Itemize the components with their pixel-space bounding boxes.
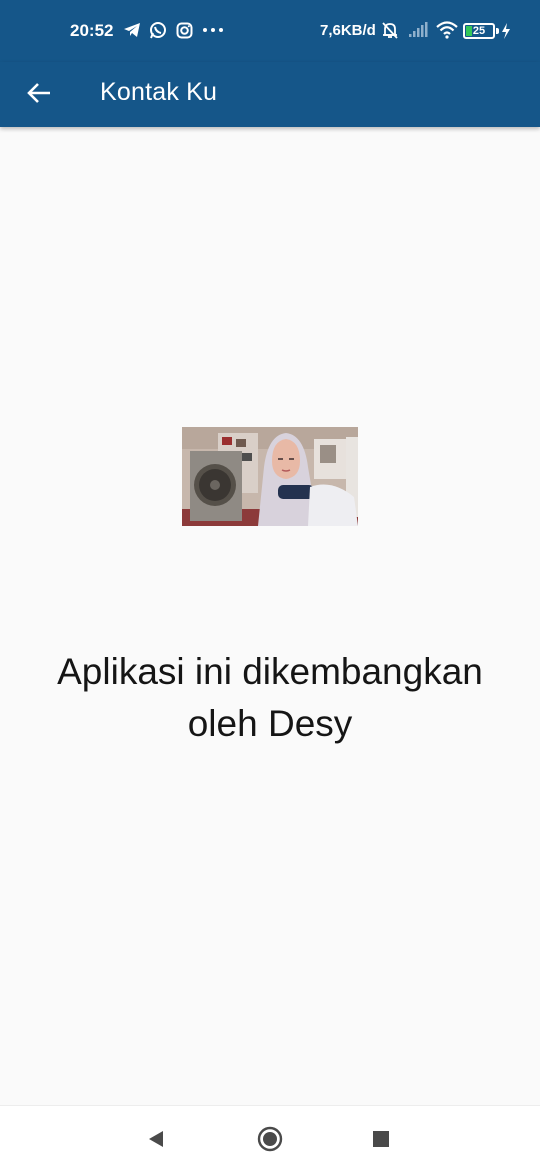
notification-icons [122, 20, 226, 40]
app-bar: Kontak Ku [0, 62, 540, 127]
page-title: Kontak Ku [100, 78, 218, 106]
battery-icon: 25 [463, 23, 495, 39]
charging-icon [501, 22, 511, 45]
developer-photo [182, 427, 358, 526]
developer-credit: Aplikasi ini dikembangkan oleh Desy [0, 646, 540, 750]
recents-square-icon[interactable] [373, 1131, 389, 1147]
arrow-left-icon [26, 82, 52, 109]
developer-credit-line1: Aplikasi ini dikembangkan [57, 651, 483, 692]
battery-cap [496, 28, 499, 34]
more-dots-icon [200, 20, 226, 40]
instagram-icon [174, 20, 194, 40]
network-speed: 7,6KB/d [320, 22, 376, 39]
signal-icon [408, 22, 428, 43]
home-circle-icon[interactable] [257, 1126, 283, 1157]
battery-level: 25 [472, 25, 486, 37]
wifi-icon [436, 21, 458, 44]
back-triangle-icon[interactable] [146, 1129, 166, 1154]
back-button[interactable] [18, 74, 60, 116]
status-time: 20:52 [70, 21, 114, 40]
system-icons [380, 20, 458, 45]
whatsapp-icon [148, 20, 168, 40]
status-bar: 20:52 7,6KB/d 25 [0, 0, 540, 62]
muted-bell-icon [380, 20, 400, 45]
telegram-icon [122, 20, 142, 40]
developer-credit-line2: oleh Desy [187, 703, 353, 744]
system-nav-bar [0, 1105, 540, 1170]
